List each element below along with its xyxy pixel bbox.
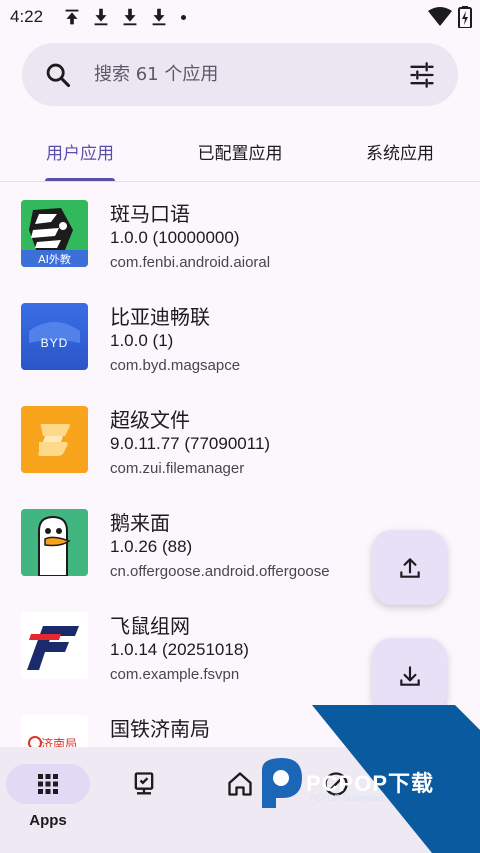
tab-label: 已配置应用 <box>197 143 283 164</box>
app-version: 1.0.0 (1) <box>110 331 174 350</box>
nav-icon-container <box>102 764 186 804</box>
nav-icon-container <box>198 764 282 804</box>
app-list-item[interactable]: 超级文件 9.0.11.77 (77090011) com.zui.filema… <box>0 389 480 492</box>
app-name: 国铁济南局 <box>110 717 210 741</box>
wifi-icon <box>428 7 452 26</box>
filter-settings-icon[interactable] <box>408 61 436 89</box>
nav-item-home[interactable] <box>198 747 282 853</box>
app-icon-label: AI外教 <box>38 253 71 266</box>
nav-active-indicator <box>6 764 90 804</box>
file-manager-app-icon <box>21 406 88 473</box>
app-name: 鹅来面 <box>110 511 170 535</box>
app-package: com.example.fsvpn <box>110 666 240 683</box>
download-icon <box>399 665 420 686</box>
app-version: 1.0.0 (10000000) <box>110 228 240 247</box>
search-input[interactable] <box>94 64 408 85</box>
tab-indicator <box>45 178 115 181</box>
nav-item-apps[interactable]: Apps <box>6 747 90 853</box>
app-list-item[interactable]: BYD 比亚迪畅联 1.0.0 (1) com.byd.magsapce <box>0 286 480 389</box>
app-version: 1.0.26 (88) <box>110 537 193 556</box>
search-icon <box>46 63 71 87</box>
app-package: com.fenbi.android.aioral <box>110 254 271 271</box>
download-icon <box>152 8 166 26</box>
app-package: cn.offergoose.android.offergoose <box>110 563 330 580</box>
battery-icon <box>458 6 472 28</box>
goose-logo-icon <box>21 509 88 576</box>
app-name: 比亚迪畅联 <box>110 305 210 329</box>
zebra-app-icon: AI外教 <box>21 200 88 267</box>
tab-configured-apps[interactable]: 已配置应用 <box>175 120 305 182</box>
tab-system-apps[interactable]: 系统应用 <box>340 120 460 182</box>
upload-icon <box>65 9 79 25</box>
download-icon <box>123 8 137 26</box>
status-bar: 4:22 <box>0 0 480 34</box>
app-name: 超级文件 <box>110 408 190 432</box>
export-button[interactable] <box>372 530 447 605</box>
app-version: 1.0.14 (20251018) <box>110 640 249 659</box>
apps-grid-icon <box>38 774 58 794</box>
search-bar[interactable] <box>22 43 458 106</box>
app-name: 飞鼠组网 <box>110 614 190 638</box>
tab-user-apps[interactable]: 用户应用 <box>20 120 140 182</box>
app-package: com.byd.magsapce <box>110 357 241 374</box>
app-package: com.zui.filemanager <box>110 460 245 477</box>
import-button[interactable] <box>372 638 447 713</box>
status-time: 4:22 <box>10 7 44 26</box>
notification-dot-icon <box>181 14 187 20</box>
app-icon-label: BYD <box>40 336 69 350</box>
bottom-navigation: Apps <box>0 747 480 853</box>
goose-app-icon <box>21 509 88 576</box>
byd-app-icon: BYD <box>21 303 88 370</box>
f-logo-icon <box>21 612 88 679</box>
app-list-item[interactable]: AI外教 斑马口语 1.0.0 (10000000) com.fenbi.and… <box>0 183 480 286</box>
device-check-icon <box>134 772 154 795</box>
app-version: 9.0.11.77 (77090011) <box>110 434 271 453</box>
folder-icon <box>21 406 88 473</box>
watermark-subtext: PCPOP Download <box>309 793 383 803</box>
fsvpn-app-icon <box>21 612 88 679</box>
nav-label: Apps <box>29 812 67 829</box>
app-name: 斑马口语 <box>110 202 190 226</box>
upload-icon <box>399 557 420 578</box>
tab-label: 系统应用 <box>366 143 434 164</box>
tab-label: 用户应用 <box>46 143 114 164</box>
home-icon <box>228 772 252 796</box>
nav-item-device[interactable] <box>102 747 186 853</box>
download-icon <box>94 8 108 26</box>
tab-bar: 用户应用 已配置应用 系统应用 <box>0 120 480 182</box>
